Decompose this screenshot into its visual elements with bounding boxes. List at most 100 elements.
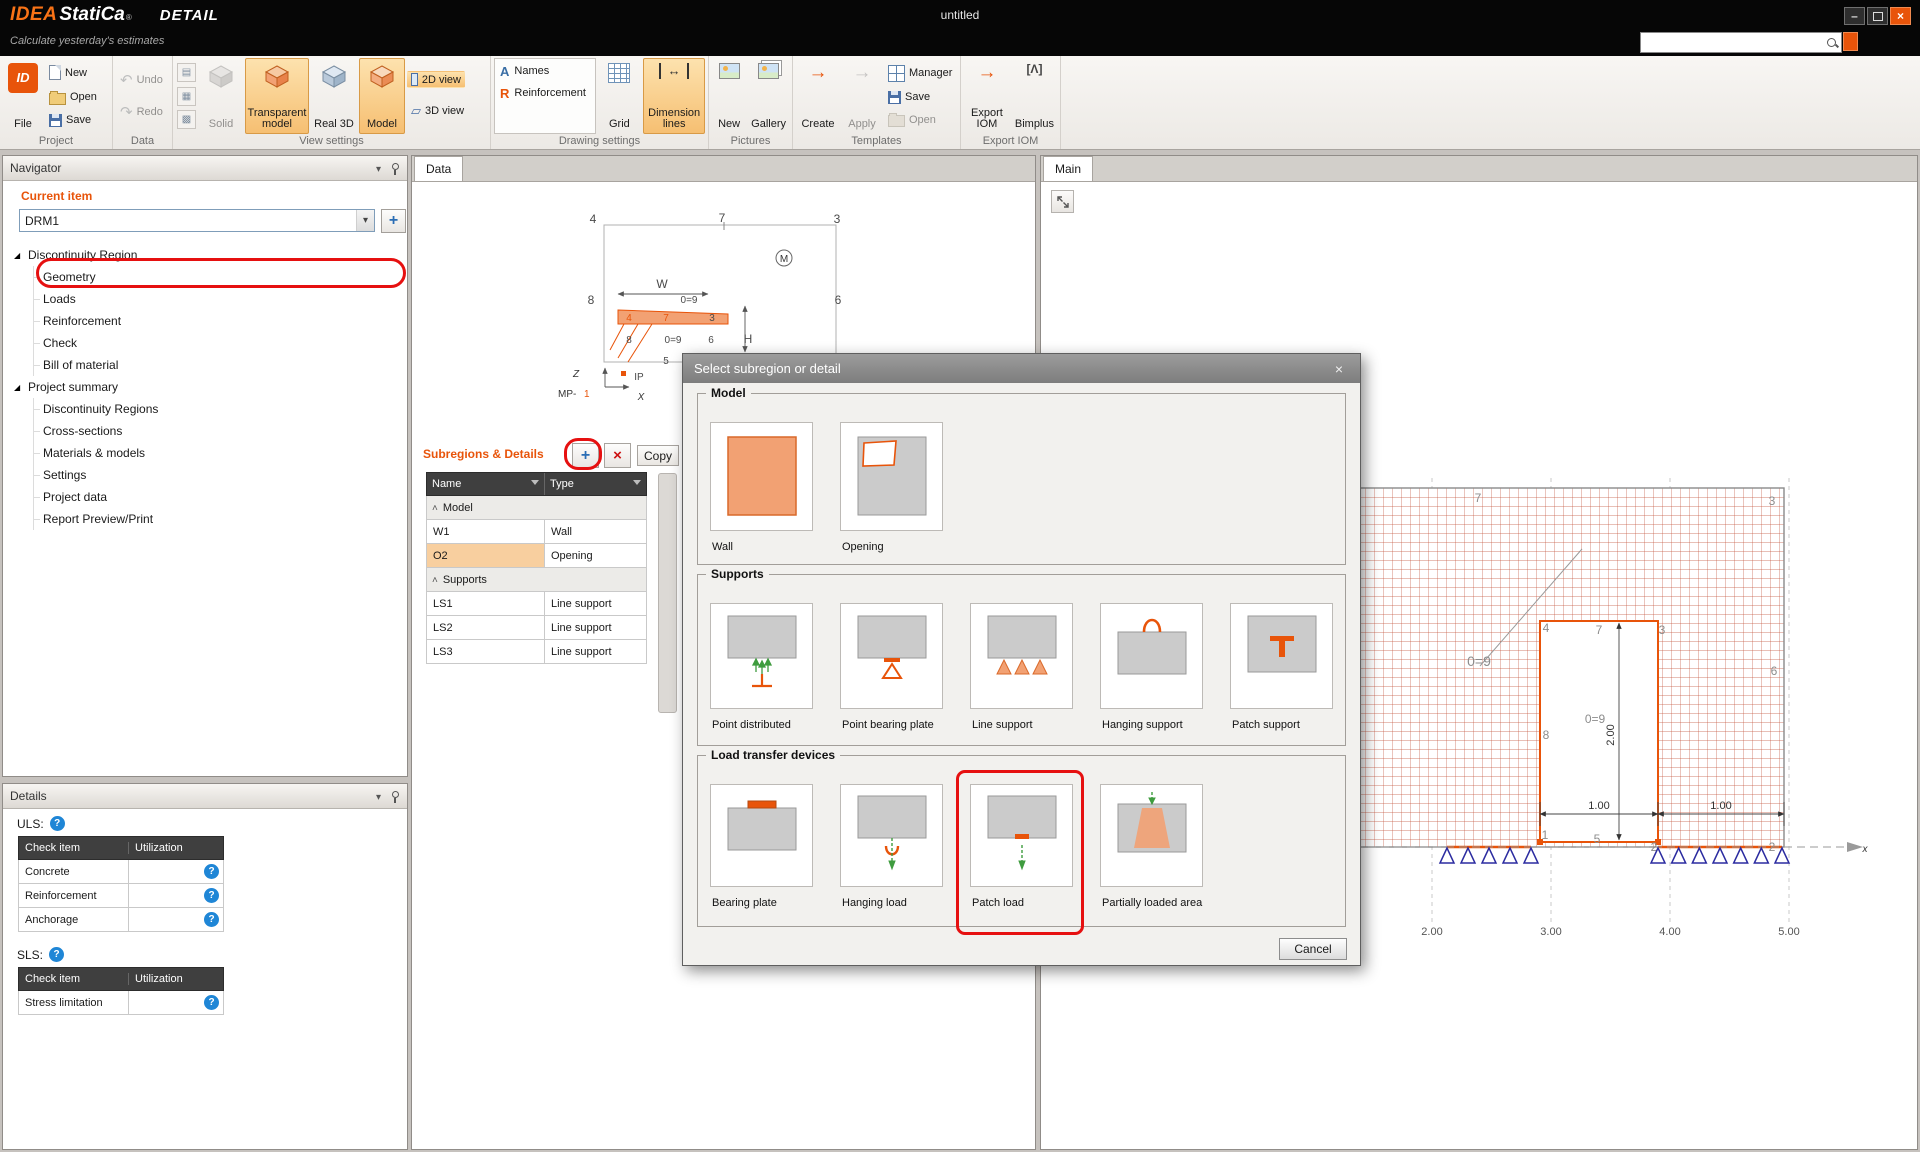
help-icon[interactable]: ? [50,816,65,831]
template-save-button[interactable]: Save [884,89,956,106]
tree-item-materials-models[interactable]: Materials & models [3,442,407,464]
template-apply-label: Apply [848,119,876,131]
save-button[interactable]: Save [45,112,101,129]
dialog-item-partially-loaded-area[interactable]: Partially loaded area [1100,784,1203,909]
export-iom-button[interactable]: Export IOM [964,58,1010,134]
collapse-panel-icon[interactable] [376,789,381,803]
tree-item-project-data[interactable]: Project data [3,486,407,508]
dialog-item-bearing-plate[interactable]: Bearing plate [710,784,813,909]
table-row-w1[interactable]: W1Wall [426,520,647,544]
table-group-model[interactable]: Model [426,496,647,520]
tree-item-label: Project data [43,490,107,504]
tree-item-discontinuity-regions[interactable]: Discontinuity Regions [3,398,407,420]
minimize-button[interactable] [1844,7,1865,25]
expander-icon[interactable]: ◢ [14,383,28,392]
add-subregion-button[interactable] [572,443,599,468]
transparent-model-button[interactable]: Transparent model [245,58,309,134]
template-manager-button[interactable]: Manager [884,63,956,84]
cell-type: Line support [545,592,646,615]
copy-button[interactable]: Copy [637,445,679,466]
dialog-item-patch-support[interactable]: Patch support [1230,603,1333,731]
ribbon-group-pictures: New Gallery Pictures [709,56,793,149]
add-region-button[interactable] [381,209,406,233]
scrollbar[interactable] [658,473,677,713]
help-icon[interactable]: ? [204,864,219,879]
collapse-panel-icon[interactable] [376,161,381,175]
names-toggle[interactable]: ANames [497,61,593,81]
tab-data[interactable]: Data [414,156,463,181]
help-icon[interactable]: ? [204,912,219,927]
dialog-item-line-support[interactable]: Line support [970,603,1073,731]
help-icon[interactable]: ? [49,947,64,962]
pin-icon[interactable] [389,790,400,803]
tree-item-discontinuity-region[interactable]: ◢Discontinuity Region [3,244,407,266]
search-input[interactable] [1641,35,1825,50]
table-row-ls2[interactable]: LS2Line support [426,616,647,640]
grid-button[interactable]: Grid [598,58,642,134]
help-button[interactable] [1843,32,1858,51]
model-button[interactable]: Model [359,58,405,134]
3d-view-button[interactable]: 3D view [407,101,465,121]
delete-subregion-button[interactable] [604,443,631,468]
dialog-item-opening[interactable]: Opening [840,422,943,553]
2d-view-button[interactable]: 2D view [407,71,465,88]
tree-item-reinforcement[interactable]: Reinforcement [3,310,407,332]
table-row-ls1[interactable]: LS1Line support [426,592,647,616]
template-create-button[interactable]: Create [796,58,840,134]
dialog-item-hanging-load[interactable]: Hanging load [840,784,943,909]
dialog-close-icon[interactable] [1329,361,1349,377]
dialog-item-point-bearing-plate[interactable]: Point bearing plate [840,603,943,731]
tree-item-project-summary[interactable]: ◢Project summary [3,376,407,398]
tree-item-geometry[interactable]: Geometry [3,266,407,288]
create-template-icon [809,63,828,83]
new-button[interactable]: New [45,63,101,82]
tree-item-loads[interactable]: Loads [3,288,407,310]
bimplus-button[interactable]: [Λ] Bimplus [1012,58,1057,134]
dialog-item-wall[interactable]: Wall [710,422,813,553]
drawing-label: 5 [1594,832,1601,846]
tree-item-bill-of-material[interactable]: Bill of material [3,354,407,376]
search-icon[interactable] [1825,36,1839,50]
tab-main[interactable]: Main [1043,156,1093,181]
check-row-anchorage: Anchorage? [18,908,224,932]
ribbon-group-export-iom: Export IOM [Λ] Bimplus Export IOM [961,56,1061,149]
file-button[interactable]: ID File [3,58,43,134]
picture-new-button[interactable]: New [712,58,746,134]
chevron-down-icon[interactable] [356,210,374,231]
open-button[interactable]: Open [45,88,101,107]
template-apply-button: Apply [842,58,882,134]
view-toggle-1-button[interactable]: ▤ [177,63,196,82]
dialog-header[interactable]: Select subregion or detail [683,354,1360,383]
gallery-button[interactable]: Gallery [748,58,789,134]
view-toggle-2-button[interactable]: ▦ [177,87,196,106]
help-icon[interactable]: ? [204,888,219,903]
maximize-button[interactable] [1867,7,1888,25]
tree-item-check[interactable]: Check [3,332,407,354]
expander-icon[interactable]: ◢ [14,251,28,260]
table-row-ls3[interactable]: LS3Line support [426,640,647,664]
drawing-label: Z [572,369,580,380]
dialog-item-patch-load[interactable]: Patch load [970,784,1073,909]
table-group-supports[interactable]: Supports [426,568,647,592]
pin-icon[interactable] [389,162,400,175]
real-3d-button[interactable]: Real 3D [311,58,357,134]
tree-item-report-preview-print[interactable]: Report Preview/Print [3,508,407,530]
dimension-lines-button[interactable]: Dimension lines [643,58,705,134]
dialog-item-point-distributed[interactable]: Point distributed [710,603,813,731]
tree-item-label: Materials & models [43,446,145,460]
ribbon-group-view-settings: ▤ ▦ ▩ Solid Transparent model Real 3D Mo… [173,56,491,149]
view-toggle-3-button[interactable]: ▩ [177,110,196,129]
table-row-o2[interactable]: O2Opening [426,544,647,568]
tree-item-settings[interactable]: Settings [3,464,407,486]
help-icon[interactable]: ? [204,995,219,1010]
filter-icon[interactable] [531,480,539,489]
reinforcement-toggle[interactable]: RReinforcement [497,83,593,103]
current-item-dropdown[interactable]: DRM1 [19,209,375,232]
filter-icon[interactable] [633,480,641,489]
close-button[interactable] [1890,7,1911,25]
cancel-button[interactable]: Cancel [1279,938,1347,960]
tree-item-cross-sections[interactable]: Cross-sections [3,420,407,442]
dialog-section-1: Supports Point distributedPoint bearing … [697,574,1346,746]
picture-new-label: New [718,119,740,131]
dialog-item-hanging-support[interactable]: Hanging support [1100,603,1203,731]
